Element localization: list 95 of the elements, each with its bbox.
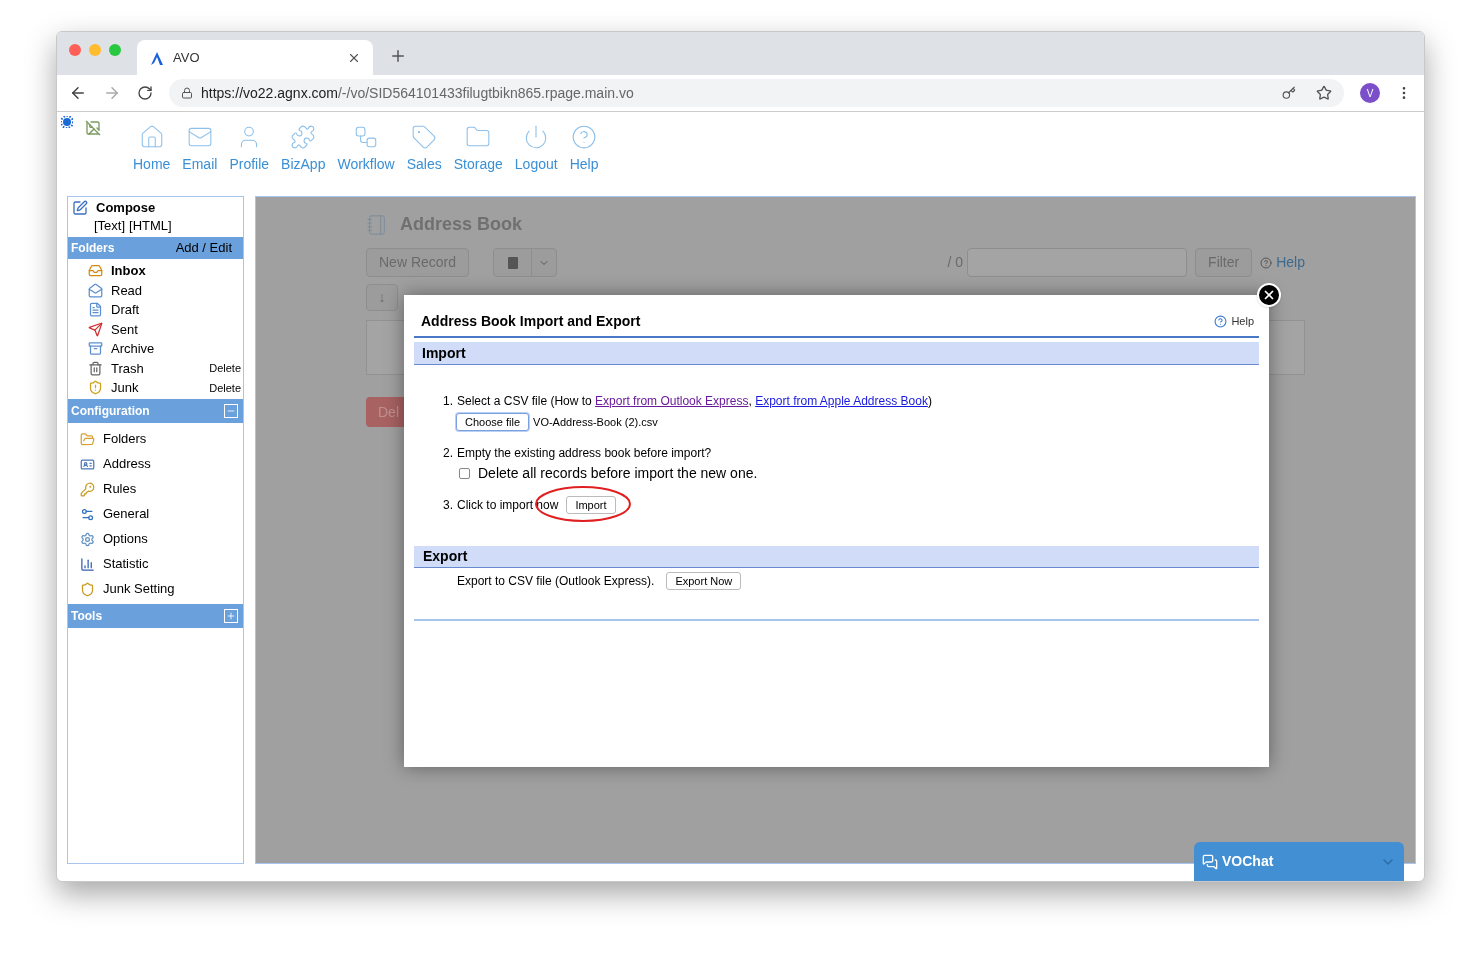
settings-link[interactable]: General xyxy=(103,504,150,524)
export-now-button[interactable]: Export Now xyxy=(666,572,742,590)
card-icon xyxy=(80,456,95,472)
key-icon xyxy=(80,481,95,497)
key-icon[interactable] xyxy=(1282,86,1296,100)
bar-chart-icon xyxy=(80,556,95,572)
step-number: 1. xyxy=(443,393,453,410)
folder-link[interactable]: Draft xyxy=(111,300,241,320)
back-icon[interactable] xyxy=(69,84,87,102)
add-edit-link[interactable]: Add / Edit xyxy=(175,238,232,258)
folder-link[interactable]: Read xyxy=(111,280,241,300)
nav-link[interactable]: Storage xyxy=(453,124,503,196)
tab-title: AVO xyxy=(173,48,201,67)
step-number: 2. xyxy=(443,445,453,462)
settings-link[interactable]: Statistic xyxy=(103,554,149,574)
help-icon xyxy=(571,124,598,150)
format-link[interactable]: [Text] xyxy=(94,217,126,235)
collapse-toggle[interactable] xyxy=(224,403,238,418)
step-text: Click to import now xyxy=(457,497,559,514)
delete-link[interactable]: Delete xyxy=(209,360,241,377)
close-icon xyxy=(1262,288,1276,302)
section-title: Tools xyxy=(71,607,103,625)
help-icon xyxy=(1214,315,1228,328)
step-text: Empty the existing address book before import? xyxy=(457,445,712,462)
reload-icon[interactable] xyxy=(137,85,153,101)
split-button[interactable] xyxy=(493,248,558,277)
folder-link[interactable]: Archive xyxy=(111,339,241,359)
gear-icon xyxy=(80,531,95,547)
filter-field[interactable] xyxy=(967,248,1188,277)
help-icon xyxy=(1260,256,1273,269)
section-title: Import xyxy=(422,343,466,363)
address-field[interactable]: https://vo22.agnx.com/-/vo/SID564101433filugtbikn865.rpage.main.vo xyxy=(169,79,1344,107)
open-envelope-icon xyxy=(88,282,103,298)
book-icon xyxy=(507,256,518,269)
nav-link[interactable]: Workflow xyxy=(337,124,395,196)
nav-link[interactable]: BizApp xyxy=(281,124,326,196)
settings-link[interactable]: Options xyxy=(103,529,148,549)
settings-link[interactable]: Rules xyxy=(103,479,137,499)
settings-link[interactable]: Address xyxy=(103,454,151,474)
folder-link[interactable]: Sent xyxy=(111,319,241,339)
compose-icon xyxy=(72,200,88,216)
folder-link[interactable]: Trash xyxy=(111,358,210,378)
help-link[interactable]: Help xyxy=(1214,313,1254,330)
profile-avatar[interactable]: V xyxy=(1360,83,1380,103)
document-icon xyxy=(88,302,103,318)
step-text: Select a CSV file (How to Export from Outlook Express, Export from Apple Address Book) xyxy=(457,393,932,410)
send-icon xyxy=(88,321,103,337)
close-dialog-button[interactable] xyxy=(1257,283,1281,307)
folder-link[interactable]: Inbox xyxy=(111,261,241,281)
folder-icon xyxy=(80,431,95,447)
section-title: Folders xyxy=(71,240,115,257)
nav-link[interactable]: Sales xyxy=(406,124,442,196)
step-number: 3. xyxy=(443,497,453,514)
url-text: https://vo22.agnx.com/-/vo/SID564101433filugtbikn865.rpage.main.vo xyxy=(201,83,635,103)
shield-icon xyxy=(88,380,103,396)
nav-link[interactable]: Profile xyxy=(229,124,270,196)
sliders-icon xyxy=(80,506,95,522)
section-title: Configuration xyxy=(71,402,150,420)
bookmark-star-icon[interactable] xyxy=(1316,85,1332,101)
forward-icon[interactable] xyxy=(103,84,121,102)
settings-link[interactable]: Junk Setting xyxy=(103,579,175,599)
puzzle-icon xyxy=(290,124,317,150)
expand-toggle[interactable] xyxy=(224,608,238,623)
export-text: Export to CSV file (Outlook Express). xyxy=(457,573,655,590)
archive-icon xyxy=(88,341,103,357)
settings-link[interactable]: Folders xyxy=(103,429,147,449)
nav-link[interactable]: Help xyxy=(569,124,599,196)
section-title: Export xyxy=(423,547,468,566)
lock-icon xyxy=(181,87,193,99)
tray-icon xyxy=(88,263,103,279)
notebook-icon xyxy=(366,213,388,236)
maximize-window-icon[interactable] xyxy=(109,43,121,56)
compose-link[interactable]: Compose xyxy=(96,199,156,217)
close-window-icon[interactable] xyxy=(69,43,81,56)
gear-logo-icon xyxy=(61,116,73,128)
checkbox-label: Delete all records before import the new one. xyxy=(478,464,758,483)
nav-link[interactable]: Logout xyxy=(514,124,558,196)
chat-title: VOChat xyxy=(1222,852,1275,871)
choose-file-button[interactable]: Choose file xyxy=(456,413,530,431)
folder-link[interactable]: Junk xyxy=(111,378,210,398)
shield-icon xyxy=(80,581,95,597)
tag-icon xyxy=(411,124,438,150)
broken-image-icon xyxy=(85,120,101,136)
help-article-link[interactable]: Export from Apple Address Book xyxy=(755,394,928,408)
chat-bubbles-icon xyxy=(1202,853,1218,870)
dialog-title: Address Book Import and Export xyxy=(421,312,641,331)
nav-link[interactable]: Home xyxy=(133,124,171,196)
file-name: VO-Address-Book (2).csv xyxy=(533,414,658,430)
format-link[interactable]: [HTML] xyxy=(129,217,172,235)
trash-icon xyxy=(88,360,103,376)
import-button[interactable]: Import xyxy=(566,496,616,514)
delete-link[interactable]: Delete xyxy=(209,379,241,396)
plus-icon xyxy=(226,610,236,621)
browser-tab[interactable]: AVO xyxy=(137,40,373,75)
checkbox[interactable] xyxy=(459,468,470,479)
